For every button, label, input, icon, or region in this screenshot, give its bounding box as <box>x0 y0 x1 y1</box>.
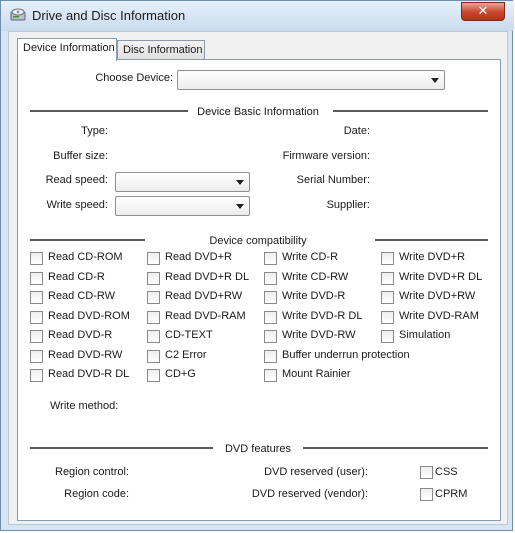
write-cd-rw-checkbox[interactable] <box>264 271 277 285</box>
read-cd-rw-checkbox[interactable] <box>30 291 43 304</box>
firmware-version-label: Firmware version: <box>282 150 370 162</box>
close-button[interactable]: ✕ <box>461 2 505 21</box>
write-dvd-r-dl-label: Write DVD+R DL <box>399 270 483 283</box>
choose-device-label: Choose Device: <box>95 72 173 84</box>
choose-device-dropdown[interactable] <box>177 70 445 90</box>
window-title: Drive and Disc Information <box>32 8 186 23</box>
write-cd-rw-label: Write CD-RW <box>282 270 349 283</box>
buffer-underrun-protection-label: Buffer underrun protection <box>282 348 410 361</box>
css-label: CSS <box>435 466 458 478</box>
read-dvd-rom-label: Read DVD-ROM <box>48 309 130 322</box>
write-method-label: Write method: <box>50 400 119 412</box>
section-divider-left <box>30 110 188 112</box>
read-dvd-r-dl-checkbox[interactable] <box>147 271 160 285</box>
read-dvd-rw-checkbox[interactable] <box>147 291 160 304</box>
dialog-client-area: Device Information Disc Information Choo… <box>8 31 508 525</box>
c2-error-checkbox[interactable] <box>147 349 160 363</box>
buffer-size-label: Buffer size: <box>53 150 108 162</box>
supplier-label: Supplier: <box>326 199 370 211</box>
write-dvd-ram-checkbox[interactable] <box>381 310 394 324</box>
read-dvd-rw-label: Read DVD-RW <box>48 348 123 361</box>
read-dvd-rom-checkbox[interactable] <box>30 310 43 324</box>
write-dvd-r-checkbox[interactable] <box>381 252 394 265</box>
chevron-down-icon <box>236 180 244 185</box>
title-bar[interactable]: Drive and Disc Information ✕ <box>1 1 514 31</box>
write-dvd-rw-checkbox[interactable] <box>264 330 277 343</box>
cd-g-checkbox[interactable] <box>147 369 160 382</box>
chevron-down-icon <box>236 204 244 209</box>
read-dvd-ram-label: Read DVD-RAM <box>165 309 246 322</box>
section-divider-left <box>30 239 145 241</box>
write-dvd-r-dl-checkbox[interactable] <box>264 310 277 324</box>
dvd-reserved-user-label: DVD reserved (user): <box>264 466 368 478</box>
type-label: Type: <box>81 125 108 137</box>
css-checkbox[interactable] <box>420 466 433 479</box>
mount-rainier-label: Mount Rainier <box>282 368 351 380</box>
read-dvd-r-dl-label: Read DVD+R DL <box>165 270 250 283</box>
read-dvd-ram-checkbox[interactable] <box>147 310 160 324</box>
c2-error-label: C2 Error <box>165 348 207 361</box>
simulation-checkbox[interactable] <box>381 330 394 343</box>
close-icon: ✕ <box>477 4 489 19</box>
write-dvd-rw-checkbox[interactable] <box>381 291 394 304</box>
tab-label: Disc Information <box>123 44 203 56</box>
tab-disc-information[interactable]: Disc Information <box>117 40 205 60</box>
cprm-label: CPRM <box>435 488 468 500</box>
read-speed-dropdown[interactable] <box>115 172 250 192</box>
device-information-panel: Choose Device: Device Basic Information … <box>17 59 501 521</box>
write-cd-r-label: Write CD-R <box>282 251 339 263</box>
dvd-reserved-vendor-label: DVD reserved (vendor): <box>251 488 368 500</box>
read-dvd-r-checkbox[interactable] <box>30 330 43 343</box>
write-dvd-r-label: Write DVD-R <box>282 290 346 302</box>
write-dvd-r-dl-label: Write DVD-R DL <box>282 309 363 322</box>
read-cd-rw-label: Read CD-RW <box>48 290 116 302</box>
mount-rainier-checkbox[interactable] <box>264 369 277 382</box>
write-speed-dropdown[interactable] <box>115 196 250 216</box>
compat-heading: Device compatibility <box>209 235 307 247</box>
section-divider-right <box>303 447 488 449</box>
write-dvd-ram-label: Write DVD-RAM <box>399 309 479 322</box>
chevron-down-icon <box>431 78 439 83</box>
read-dvd-r-checkbox[interactable] <box>147 252 160 265</box>
date-label: Date: <box>343 125 370 137</box>
read-dvd-rw-checkbox[interactable] <box>30 349 43 363</box>
read-speed-label: Read speed: <box>45 174 108 186</box>
read-cd-r-checkbox[interactable] <box>30 271 43 285</box>
region-control-label: Region control: <box>55 466 129 478</box>
write-dvd-r-label: Write DVD+R <box>399 251 466 263</box>
read-cd-rom-label: Read CD-ROM <box>48 251 123 263</box>
read-cd-rom-checkbox[interactable] <box>30 252 43 265</box>
cd-text-label: CD-TEXT <box>165 329 213 341</box>
cprm-checkbox[interactable] <box>420 488 433 501</box>
section-divider-right <box>333 110 488 112</box>
write-cd-r-checkbox[interactable] <box>264 252 277 265</box>
buffer-underrun-protection-checkbox[interactable] <box>264 349 277 363</box>
write-speed-label: Write speed: <box>46 199 108 211</box>
disc-drive-icon <box>10 8 26 21</box>
write-dvd-r-checkbox[interactable] <box>264 291 277 304</box>
cd-text-checkbox[interactable] <box>147 330 160 343</box>
section-divider-right <box>375 239 488 241</box>
read-dvd-rw-label: Read DVD+RW <box>165 290 243 302</box>
tab-label: Device Information <box>23 42 115 54</box>
simulation-label: Simulation <box>399 329 451 341</box>
read-dvd-r-label: Read DVD+R <box>165 251 232 263</box>
read-dvd-r-label: Read DVD-R <box>48 329 113 341</box>
section-divider-left <box>30 447 213 449</box>
cd-g-label: CD+G <box>165 368 196 380</box>
read-dvd-r-dl-label: Read DVD-R DL <box>48 368 130 380</box>
write-dvd-rw-label: Write DVD+RW <box>399 290 476 302</box>
read-dvd-r-dl-checkbox[interactable] <box>30 369 43 382</box>
app-window: Drive and Disc Information ✕ Device Info… <box>0 0 514 531</box>
serial-number-label: Serial Number: <box>296 174 370 186</box>
tab-device-information[interactable]: Device Information <box>17 38 117 61</box>
basic-info-heading: Device Basic Information <box>197 106 319 118</box>
dvd-features-heading: DVD features <box>224 443 292 455</box>
write-dvd-r-dl-checkbox[interactable] <box>381 271 394 285</box>
region-code-label: Region code: <box>64 488 129 500</box>
write-dvd-rw-label: Write DVD-RW <box>282 329 356 341</box>
read-cd-r-label: Read CD-R <box>48 270 105 283</box>
